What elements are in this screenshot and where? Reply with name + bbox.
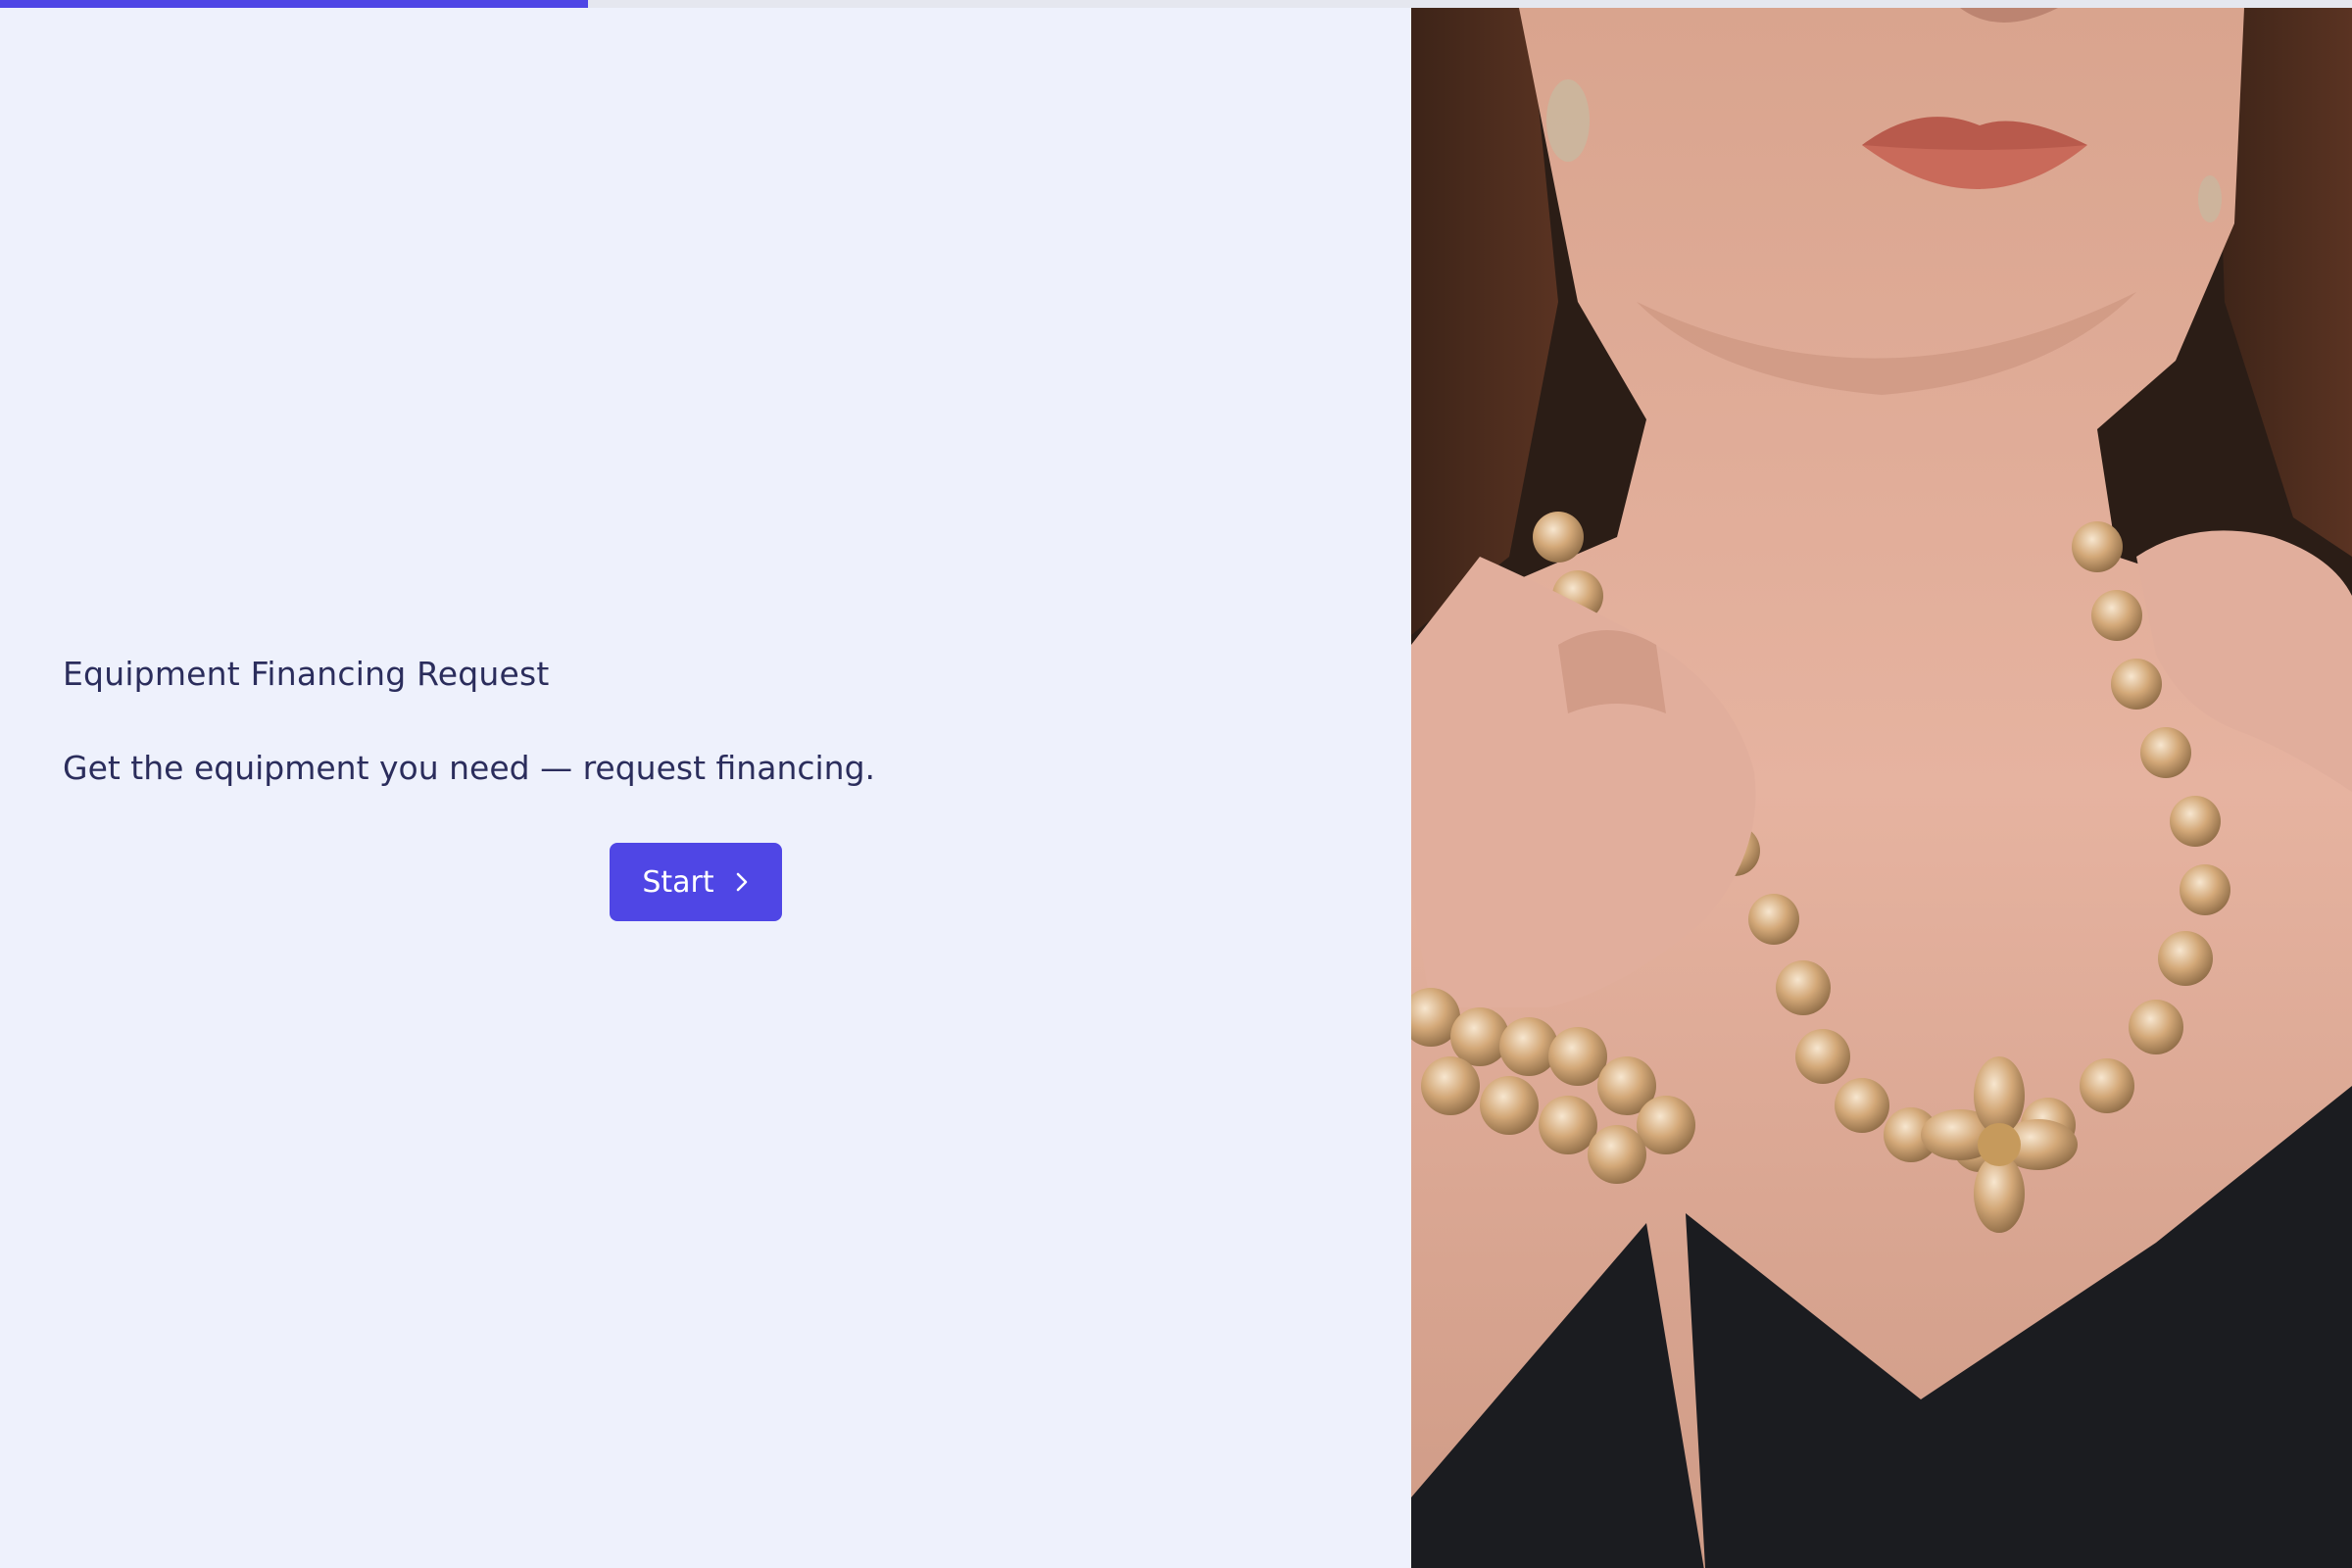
progress-bar-fill xyxy=(0,0,588,8)
hero-image xyxy=(1411,8,2352,1568)
welcome-panel: Equipment Financing Request Get the equi… xyxy=(0,8,1411,1568)
start-button[interactable]: Start xyxy=(610,843,782,921)
form-subtitle: Get the equipment you need — request fin… xyxy=(63,749,876,787)
jewelry-photo xyxy=(1411,8,2352,1568)
start-button-label: Start xyxy=(642,864,714,900)
progress-bar xyxy=(0,0,2352,8)
form-title: Equipment Financing Request xyxy=(63,655,550,693)
chevron-right-icon xyxy=(734,870,750,894)
